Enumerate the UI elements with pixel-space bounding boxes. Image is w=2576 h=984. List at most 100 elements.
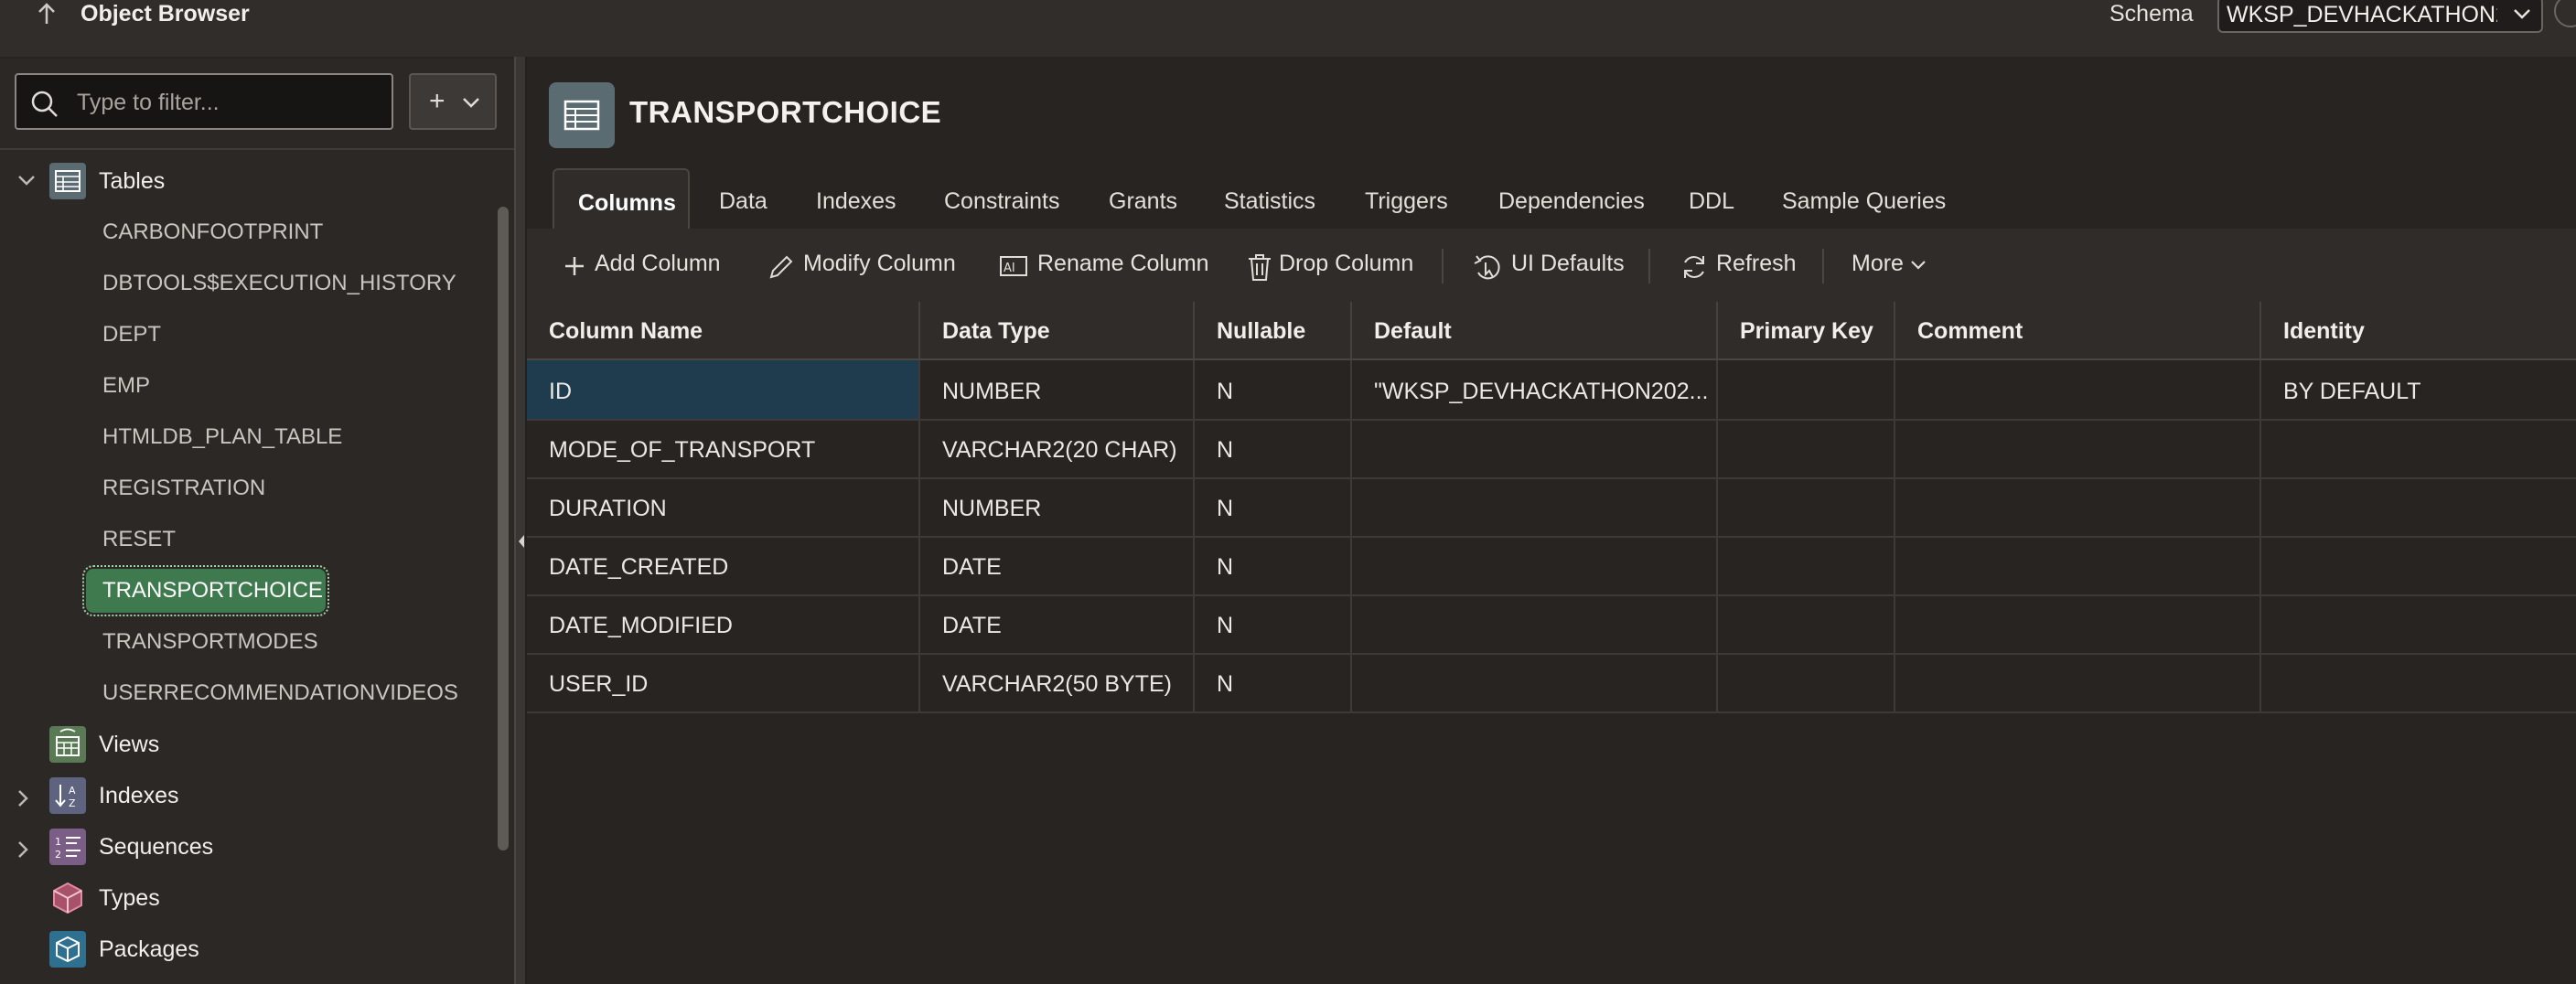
cell-data-type[interactable]: VARCHAR2(20 CHAR) [920,419,1195,477]
tree-item-emp[interactable]: EMP [0,360,494,412]
cell-default[interactable] [1352,594,1718,653]
chevron-down-icon[interactable] [16,174,37,187]
filter-box[interactable] [15,73,393,130]
tree-node-types[interactable]: Types [0,872,494,924]
tab-grants[interactable]: Grants [1109,188,1177,215]
cell-comment[interactable] [1895,536,2261,594]
chevron-right-icon[interactable] [16,840,29,860]
tree-item-dbtools-execution-history[interactable]: DBTOOLS$EXECUTION_HISTORY [0,258,494,309]
cell-identity[interactable] [2261,653,2576,711]
add-column-button[interactable]: Add Column [564,229,721,302]
tree-item-reset[interactable]: RESET [0,514,494,565]
cell-default[interactable] [1352,536,1718,594]
tab-constraints[interactable]: Constraints [944,188,1059,215]
cell-primary-key[interactable] [1718,477,1895,536]
tab-ddl[interactable]: DDL [1689,188,1734,215]
tab-triggers[interactable]: Triggers [1365,188,1448,215]
tree-item-userrecommendationvideos[interactable]: USERRECOMMENDATIONVIDEOS [0,668,494,719]
table-row[interactable]: ID NUMBER N "WKSP_DEVHACKATHON202... BY DEFA… [527,360,2576,421]
header-comment[interactable]: Comment [1895,302,2261,358]
add-object-button[interactable]: + [409,73,497,130]
cell-identity[interactable]: BY DEFAULT [2261,360,2576,419]
arrow-up-icon[interactable] [31,0,62,29]
collapse-left-icon[interactable] [517,532,526,551]
cell-column-name[interactable]: MODE_OF_TRANSPORT [527,419,920,477]
cell-nullable[interactable]: N [1195,360,1352,419]
cell-primary-key[interactable] [1718,536,1895,594]
tree-node-packages[interactable]: Packages [0,924,494,975]
tree-node-views[interactable]: Views [0,719,494,770]
ui-defaults-button[interactable]: UI Defaults [1473,229,1637,302]
cell-nullable[interactable]: N [1195,594,1352,653]
cell-default[interactable]: "WKSP_DEVHACKATHON202... [1352,360,1718,419]
cell-identity[interactable] [2261,419,2576,477]
cell-primary-key[interactable] [1718,360,1895,419]
header-nullable[interactable]: Nullable [1195,302,1352,358]
cell-nullable[interactable]: N [1195,477,1352,536]
tree-item-htmldb-plan-table[interactable]: HTMLDB_PLAN_TABLE [0,412,494,463]
modify-column-button[interactable]: Modify Column [767,229,959,302]
schema-select[interactable]: WKSP_DEVHACKATHON20 [2217,0,2543,33]
table-row[interactable]: DATE_CREATED DATE N [527,536,2576,596]
cell-comment[interactable] [1895,419,2261,477]
cell-column-name[interactable]: ID [527,360,920,419]
header-column-name[interactable]: Column Name [527,302,920,358]
cell-primary-key[interactable] [1718,594,1895,653]
cell-column-name[interactable]: USER_ID [527,653,920,711]
more-menu-button[interactable]: More [1852,229,1952,302]
cell-identity[interactable] [2261,536,2576,594]
sidebar-scrollbar[interactable] [498,207,509,850]
cell-column-name[interactable]: DATE_MODIFIED [527,594,920,653]
cell-default[interactable] [1352,477,1718,536]
tab-statistics[interactable]: Statistics [1224,188,1315,215]
cell-data-type[interactable]: DATE [920,594,1195,653]
cell-default[interactable] [1352,653,1718,711]
cell-data-type[interactable]: VARCHAR2(50 BYTE) [920,653,1195,711]
tab-columns[interactable]: Columns [553,168,690,229]
tree-item-transportchoice[interactable]: TRANSPORTCHOICE [0,565,494,616]
header-default[interactable]: Default [1352,302,1718,358]
tree-node-indexes[interactable]: AZ Indexes [0,770,494,821]
tab-dependencies[interactable]: Dependencies [1498,188,1645,215]
help-icon[interactable] [2554,0,2576,27]
tree-node-sequences[interactable]: 12 Sequences [0,821,494,872]
cell-comment[interactable] [1895,653,2261,711]
cell-column-name[interactable]: DURATION [527,477,920,536]
rename-column-button[interactable]: AI Rename Column [999,229,1209,302]
cell-primary-key[interactable] [1718,419,1895,477]
cell-default[interactable] [1352,419,1718,477]
filter-input[interactable] [75,86,381,119]
cell-column-name[interactable]: DATE_CREATED [527,536,920,594]
refresh-button[interactable]: Refresh [1680,229,1817,302]
table-row[interactable]: DURATION NUMBER N [527,477,2576,538]
header-primary-key[interactable]: Primary Key [1718,302,1895,358]
cell-nullable[interactable]: N [1195,536,1352,594]
header-data-type[interactable]: Data Type [920,302,1195,358]
tab-data[interactable]: Data [719,188,767,215]
cell-data-type[interactable]: NUMBER [920,360,1195,419]
tree-item-dept[interactable]: DEPT [0,309,494,360]
cell-comment[interactable] [1895,594,2261,653]
tree-item-transportmodes[interactable]: TRANSPORTMODES [0,616,494,668]
chevron-right-icon[interactable] [16,788,29,808]
drop-column-button[interactable]: Drop Column [1246,229,1420,302]
cell-data-type[interactable]: NUMBER [920,477,1195,536]
tab-sample-queries[interactable]: Sample Queries [1782,188,1946,215]
table-row[interactable]: MODE_OF_TRANSPORT VARCHAR2(20 CHAR) N [527,419,2576,479]
cell-comment[interactable] [1895,477,2261,536]
cell-identity[interactable] [2261,594,2576,653]
cell-identity[interactable] [2261,477,2576,536]
tree-item-registration[interactable]: REGISTRATION [0,463,494,514]
tree-item-carbonfootprint[interactable]: CARBONFOOTPRINT [0,207,494,258]
table-row[interactable]: DATE_MODIFIED DATE N [527,594,2576,655]
table-row[interactable]: USER_ID VARCHAR2(50 BYTE) N [527,653,2576,713]
cell-data-type[interactable]: DATE [920,536,1195,594]
panel-splitter[interactable] [514,57,527,984]
cell-nullable[interactable]: N [1195,419,1352,477]
tree-node-tables[interactable]: Tables [0,155,494,207]
cell-primary-key[interactable] [1718,653,1895,711]
header-identity[interactable]: Identity [2261,302,2576,358]
cell-nullable[interactable]: N [1195,653,1352,711]
cell-comment[interactable] [1895,360,2261,419]
tab-indexes[interactable]: Indexes [816,188,896,215]
